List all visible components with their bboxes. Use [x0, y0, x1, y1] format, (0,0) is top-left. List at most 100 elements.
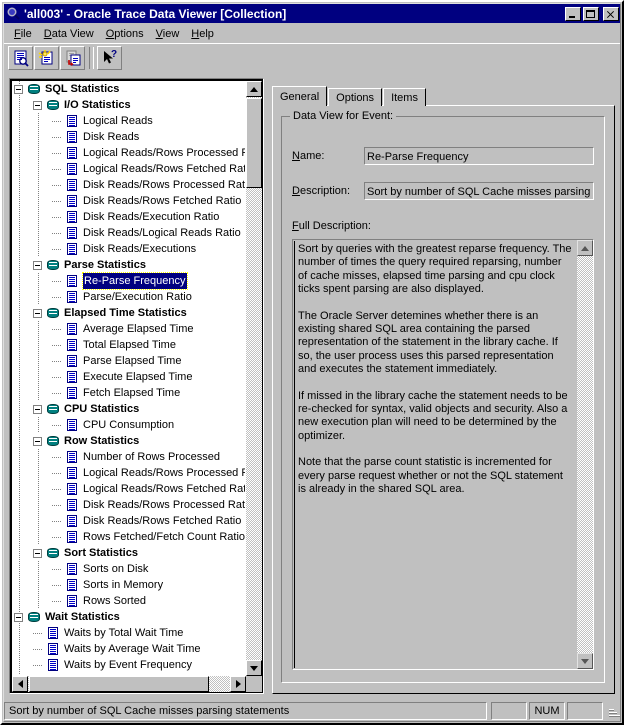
- document-icon: [64, 161, 80, 177]
- tree-item[interactable]: Disk Reads/Logical Reads Ratio: [12, 225, 245, 241]
- new-data-view-button[interactable]: [34, 46, 59, 70]
- tree-item[interactable]: Logical Reads: [12, 113, 245, 129]
- tree-item[interactable]: Disk Reads/Rows Processed Rat: [12, 177, 245, 193]
- description-scroll-down-button[interactable]: [577, 653, 593, 669]
- tree-item-label: Rows Fetched/Fetch Count Ratio: [83, 531, 245, 543]
- tree-item[interactable]: Disk Reads: [12, 129, 245, 145]
- tree-collapse-toggle[interactable]: [33, 436, 42, 446]
- tree-item[interactable]: Waits by Average Wait Time: [12, 641, 245, 657]
- tree-folder[interactable]: Sort Statistics: [12, 545, 245, 561]
- tree-item[interactable]: Logical Reads/Rows Fetched Rat: [12, 481, 245, 497]
- tree-item[interactable]: Fetch Elapsed Time: [12, 385, 245, 401]
- tree-item[interactable]: Disk Reads/Execution Ratio: [12, 209, 245, 225]
- tree-connector: [52, 328, 61, 330]
- document-icon: [64, 241, 80, 257]
- tree-collapse-toggle[interactable]: [33, 260, 42, 270]
- maximize-button[interactable]: [583, 6, 599, 21]
- tree-connector: [52, 568, 61, 570]
- tree-folder[interactable]: Row Statistics: [12, 433, 245, 449]
- tree-connector: [52, 536, 61, 538]
- details-tab-strip: General Options Items: [272, 86, 427, 106]
- copy-data-view-button[interactable]: [60, 46, 85, 70]
- menu-help[interactable]: Help: [185, 26, 220, 42]
- tree-item[interactable]: Number of Rows Processed: [12, 449, 245, 465]
- tree-item[interactable]: Parse Elapsed Time: [12, 353, 245, 369]
- tree-item-label: Disk Reads/Execution Ratio: [83, 211, 220, 223]
- document-icon: [64, 321, 80, 337]
- description-value: Sort by number of SQL Cache misses parsi…: [367, 186, 594, 198]
- tab-general[interactable]: General: [272, 86, 328, 106]
- tree-horizontal-scroll-thumb[interactable]: [29, 676, 209, 692]
- tree-item[interactable]: Rows Fetched/Fetch Count Ratio: [12, 529, 245, 545]
- tree-scroll-down-button[interactable]: [246, 660, 262, 676]
- preview-report-button[interactable]: [8, 46, 33, 70]
- menu-file[interactable]: File: [8, 26, 38, 42]
- description-input[interactable]: Sort by number of SQL Cache misses parsi…: [364, 182, 594, 200]
- tree-item[interactable]: Total Elapsed Time: [12, 337, 245, 353]
- full-description-text: Sort by queries with the greatest repars…: [294, 241, 576, 668]
- tree-scroll-left-button[interactable]: [12, 676, 28, 692]
- title-bar[interactable]: 'all003' - Oracle Trace Data Viewer [Col…: [4, 4, 620, 23]
- name-input[interactable]: Re-Parse Frequency: [364, 147, 594, 165]
- statistics-tree[interactable]: SQL Statistics I/O Statistics Logical Read…: [12, 81, 245, 675]
- tree-item-label: Sorts on Disk: [83, 563, 149, 575]
- context-help-button[interactable]: ?: [97, 46, 122, 70]
- scrollbar-corner: [246, 676, 262, 692]
- description-vertical-scrollbar[interactable]: [577, 240, 593, 669]
- full-description-textarea[interactable]: Sort by queries with the greatest repars…: [292, 239, 594, 670]
- tree-horizontal-scrollbar[interactable]: [12, 676, 246, 692]
- tree-folder[interactable]: I/O Statistics: [12, 97, 245, 113]
- tree-item[interactable]: Waits by Event Frequency: [12, 657, 245, 673]
- tree-folder[interactable]: CPU Statistics: [12, 401, 245, 417]
- resize-grip[interactable]: [606, 704, 620, 718]
- tree-collapse-toggle[interactable]: [33, 548, 42, 558]
- tree-connector: [52, 136, 61, 138]
- tree-vertical-scroll-thumb[interactable]: [246, 98, 262, 188]
- document-icon: [64, 113, 80, 129]
- tree-collapse-toggle[interactable]: [14, 612, 23, 622]
- tree-collapse-toggle[interactable]: [33, 308, 42, 318]
- tab-options[interactable]: Options: [328, 88, 383, 106]
- tree-item[interactable]: Disk Reads/Rows Fetched Ratio: [12, 513, 245, 529]
- tree-vertical-scrollbar[interactable]: [246, 81, 262, 676]
- tree-item[interactable]: CPU Consumption: [12, 417, 245, 433]
- tree-collapse-toggle[interactable]: [33, 100, 42, 110]
- minimize-button[interactable]: [565, 6, 581, 21]
- tree-item-label: Waits by Event Frequency: [64, 659, 192, 671]
- description-paragraph: Note that the parse count statistic is i…: [298, 456, 563, 496]
- tree-connector: [33, 648, 42, 650]
- tree-item[interactable]: Waits by Total Wait Time: [12, 625, 245, 641]
- tree-collapse-toggle[interactable]: [33, 404, 42, 414]
- description-scroll-up-button[interactable]: [577, 240, 593, 256]
- menu-data-view[interactable]: Data View: [38, 26, 100, 42]
- tree-item[interactable]: Custom: [12, 673, 245, 675]
- tab-items[interactable]: Items: [383, 88, 426, 106]
- tree-item[interactable]: Rows Sorted: [12, 593, 245, 609]
- toolbar: ?: [4, 43, 620, 73]
- close-button[interactable]: [603, 6, 619, 21]
- tree-item[interactable]: Disk Reads/Executions: [12, 241, 245, 257]
- tree-item-label: Parse Statistics: [64, 259, 146, 271]
- tree-folder[interactable]: Elapsed Time Statistics: [12, 305, 245, 321]
- menu-options[interactable]: Options: [100, 26, 150, 42]
- tree-item[interactable]: Re-Parse Frequency: [12, 272, 245, 290]
- menu-view[interactable]: View: [150, 26, 186, 42]
- tree-folder[interactable]: Parse Statistics: [12, 257, 245, 273]
- tree-collapse-toggle[interactable]: [14, 84, 23, 94]
- tree-item[interactable]: Disk Reads/Rows Fetched Ratio: [12, 193, 245, 209]
- group-legend: Data View for Event:: [290, 110, 397, 122]
- tree-scroll-up-button[interactable]: [246, 81, 262, 97]
- tree-item[interactable]: Parse/Execution Ratio: [12, 289, 245, 305]
- tree-item[interactable]: Sorts in Memory: [12, 577, 245, 593]
- tree-item[interactable]: Sorts on Disk: [12, 561, 245, 577]
- tree-item[interactable]: Disk Reads/Rows Processed Rat: [12, 497, 245, 513]
- tree-item[interactable]: Logical Reads/Rows Processed R: [12, 145, 245, 161]
- tree-item[interactable]: Logical Reads/Rows Fetched Rat: [12, 161, 245, 177]
- tree-folder[interactable]: Wait Statistics: [12, 609, 245, 625]
- tree-item[interactable]: Execute Elapsed Time: [12, 369, 245, 385]
- tree-item[interactable]: Logical Reads/Rows Processed R: [12, 465, 245, 481]
- tree-scroll-right-button[interactable]: [230, 676, 246, 692]
- tree-folder[interactable]: SQL Statistics: [12, 81, 245, 97]
- tree-item[interactable]: Average Elapsed Time: [12, 321, 245, 337]
- database-cylinder-icon: [45, 433, 61, 449]
